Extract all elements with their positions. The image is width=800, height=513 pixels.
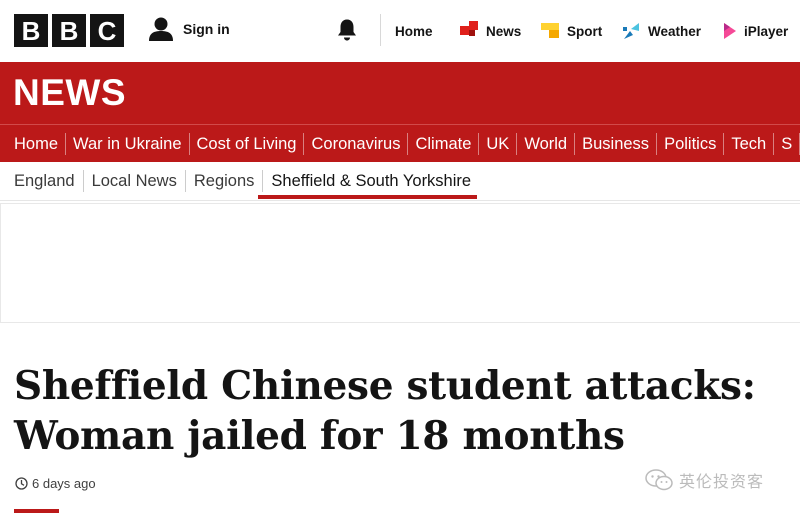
top-bar: B B C Sign in Home News Sport Weather iP…: [0, 0, 800, 62]
topnav-home[interactable]: Home: [395, 0, 433, 62]
sport-icon: [541, 23, 559, 38]
primary-nav-item-truncated[interactable]: S: [774, 132, 800, 155]
notifications-bell-icon[interactable]: [336, 18, 358, 42]
topnav-sport-label: Sport: [567, 23, 603, 39]
topnav-weather-label: Weather: [648, 23, 702, 39]
primary-nav-item-world[interactable]: World: [517, 132, 576, 155]
clock-icon: [15, 477, 28, 490]
watermark-text: 英伦投资客: [679, 472, 765, 491]
sign-in-label: Sign in: [183, 21, 230, 37]
wechat-icon: [645, 469, 673, 491]
topnav-sport[interactable]: Sport: [541, 0, 602, 62]
secondary-nav-item-sheffield[interactable]: Sheffield & South Yorkshire: [263, 170, 479, 192]
primary-nav-item-coronavirus[interactable]: Coronavirus: [304, 132, 409, 155]
article-timestamp: 6 days ago: [15, 476, 96, 491]
weather-icon: [623, 23, 639, 39]
primary-nav-item-politics[interactable]: Politics: [657, 132, 725, 155]
timestamp-label: 6 days ago: [32, 476, 96, 491]
secondary-nav-item-local-news[interactable]: Local News: [84, 170, 186, 192]
sign-in-link[interactable]: Sign in: [148, 16, 230, 42]
news-banner: NEWS: [0, 62, 800, 124]
iplayer-icon: [724, 23, 736, 39]
topnav-home-label: Home: [395, 23, 433, 39]
article-headline: Sheffield Chinese student attacks: Woman…: [14, 361, 784, 461]
bbc-logo-block: B: [14, 14, 48, 47]
primary-nav-item-climate[interactable]: Climate: [408, 132, 480, 155]
topnav-iplayer[interactable]: iPlayer: [722, 0, 788, 62]
secondary-nav-item-regions[interactable]: Regions: [186, 170, 264, 192]
secondary-nav-item-england[interactable]: England: [0, 170, 84, 192]
bbc-logo[interactable]: B B C: [14, 14, 124, 47]
primary-nav-item-war-in-ukraine[interactable]: War in Ukraine: [66, 132, 190, 155]
topnav-news[interactable]: News: [460, 0, 521, 62]
account-icon: [149, 17, 173, 41]
top-bar-divider: [380, 14, 381, 46]
topnav-news-label: News: [486, 23, 522, 39]
news-icon: [460, 21, 478, 36]
primary-nav-item-cost-of-living[interactable]: Cost of Living: [190, 132, 305, 155]
topnav-weather[interactable]: Weather: [622, 0, 701, 62]
primary-nav-item-tech[interactable]: Tech: [724, 132, 775, 155]
topnav-iplayer-label: iPlayer: [744, 23, 789, 39]
bbc-logo-block: B: [52, 14, 86, 47]
headline-line-1: Sheffield Chinese student attacks:: [14, 363, 756, 409]
byline-accent-rule: [14, 509, 59, 513]
primary-nav-item-business[interactable]: Business: [575, 132, 658, 155]
advert-slot: [0, 203, 800, 323]
bbc-logo-block: C: [90, 14, 124, 47]
primary-nav: Home War in Ukraine Cost of Living Coron…: [0, 124, 800, 162]
primary-nav-item-uk[interactable]: UK: [479, 132, 518, 155]
headline-line-2: Woman jailed for 18 months: [14, 413, 625, 459]
section-title[interactable]: NEWS: [13, 72, 126, 114]
primary-nav-item-home[interactable]: Home: [0, 132, 67, 155]
watermark: 英伦投资客: [645, 468, 764, 492]
active-tab-indicator: [258, 195, 477, 199]
